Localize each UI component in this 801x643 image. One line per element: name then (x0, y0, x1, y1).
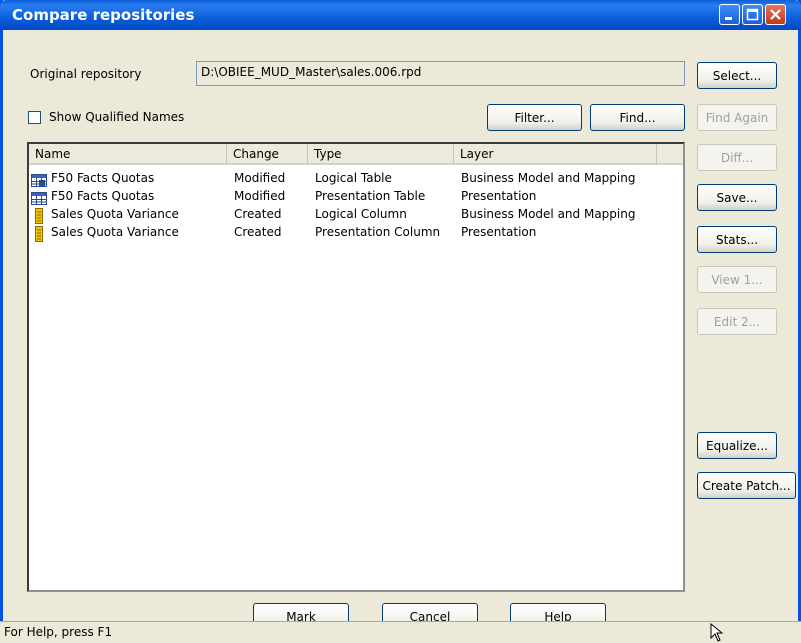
table-row[interactable]: F50 Facts Quotas Modified Logical Table … (29, 171, 669, 189)
mouse-pointer-icon (710, 623, 724, 642)
cell-type: Presentation Column (315, 225, 441, 239)
cell-change: Modified (234, 171, 286, 185)
cell-layer: Presentation (461, 225, 537, 239)
cell-change: Created (234, 207, 282, 221)
table-row[interactable]: Sales Quota Variance Created Presentatio… (29, 225, 669, 243)
column-header-filler (657, 144, 683, 165)
cell-name: Sales Quota Variance (51, 207, 179, 221)
differences-list[interactable]: Name Change Type Layer F50 Facts Quotas … (27, 142, 685, 592)
select-button[interactable]: Select... (697, 62, 777, 89)
logical-table-icon (31, 174, 47, 187)
minimize-icon (725, 17, 732, 20)
title-bar[interactable]: Compare repositories (0, 0, 801, 30)
cell-type: Logical Table (315, 171, 392, 185)
diff-button[interactable]: Diff... (697, 144, 777, 171)
create-patch-button[interactable]: Create Patch... (697, 472, 796, 499)
cell-layer: Business Model and Mapping (461, 207, 636, 221)
show-qualified-names-checkbox[interactable] (28, 111, 41, 124)
cell-name: F50 Facts Quotas (51, 189, 155, 203)
table-row[interactable]: F50 Facts Quotas Modified Presentation T… (29, 189, 669, 207)
status-text: For Help, press F1 (4, 625, 113, 639)
cell-name: Sales Quota Variance (51, 225, 179, 239)
status-bar: For Help, press F1 (0, 621, 801, 643)
cell-change: Created (234, 225, 282, 239)
stats-button[interactable]: Stats... (697, 226, 777, 253)
equalize-button[interactable]: Equalize... (697, 432, 777, 459)
presentation-table-icon (31, 192, 47, 205)
cell-name: F50 Facts Quotas (51, 171, 155, 185)
cell-layer: Presentation (461, 189, 537, 203)
column-header-name[interactable]: Name (29, 144, 227, 165)
cell-type: Logical Column (315, 207, 407, 221)
minimize-button[interactable] (719, 4, 740, 25)
cell-change: Modified (234, 189, 286, 203)
save-button[interactable]: Save... (697, 184, 777, 211)
close-icon (770, 9, 781, 20)
column-header-layer[interactable]: Layer (454, 144, 657, 165)
find-button[interactable]: Find... (590, 104, 685, 131)
table-row[interactable]: Sales Quota Variance Created Logical Col… (29, 207, 669, 225)
original-repository-path: D:\OBIEE_MUD_Master\sales.006.rpd (201, 65, 422, 79)
find-again-button[interactable]: Find Again (697, 104, 777, 131)
edit2-button[interactable]: Edit 2... (697, 308, 777, 335)
cell-layer: Business Model and Mapping (461, 171, 636, 185)
maximize-icon (746, 8, 759, 21)
maximize-button[interactable] (742, 4, 763, 25)
original-repository-field: D:\OBIEE_MUD_Master\sales.006.rpd (196, 61, 685, 86)
close-button[interactable] (765, 4, 786, 25)
show-qualified-names-label[interactable]: Show Qualified Names (49, 110, 184, 124)
column-header-type[interactable]: Type (308, 144, 454, 165)
view1-button[interactable]: View 1... (697, 266, 777, 293)
column-icon (35, 208, 43, 224)
window-title: Compare repositories (12, 6, 195, 24)
column-header-change[interactable]: Change (227, 144, 308, 165)
cell-type: Presentation Table (315, 189, 426, 203)
original-repository-label: Original repository (30, 67, 142, 81)
column-icon (35, 226, 43, 242)
filter-button[interactable]: Filter... (487, 104, 582, 131)
